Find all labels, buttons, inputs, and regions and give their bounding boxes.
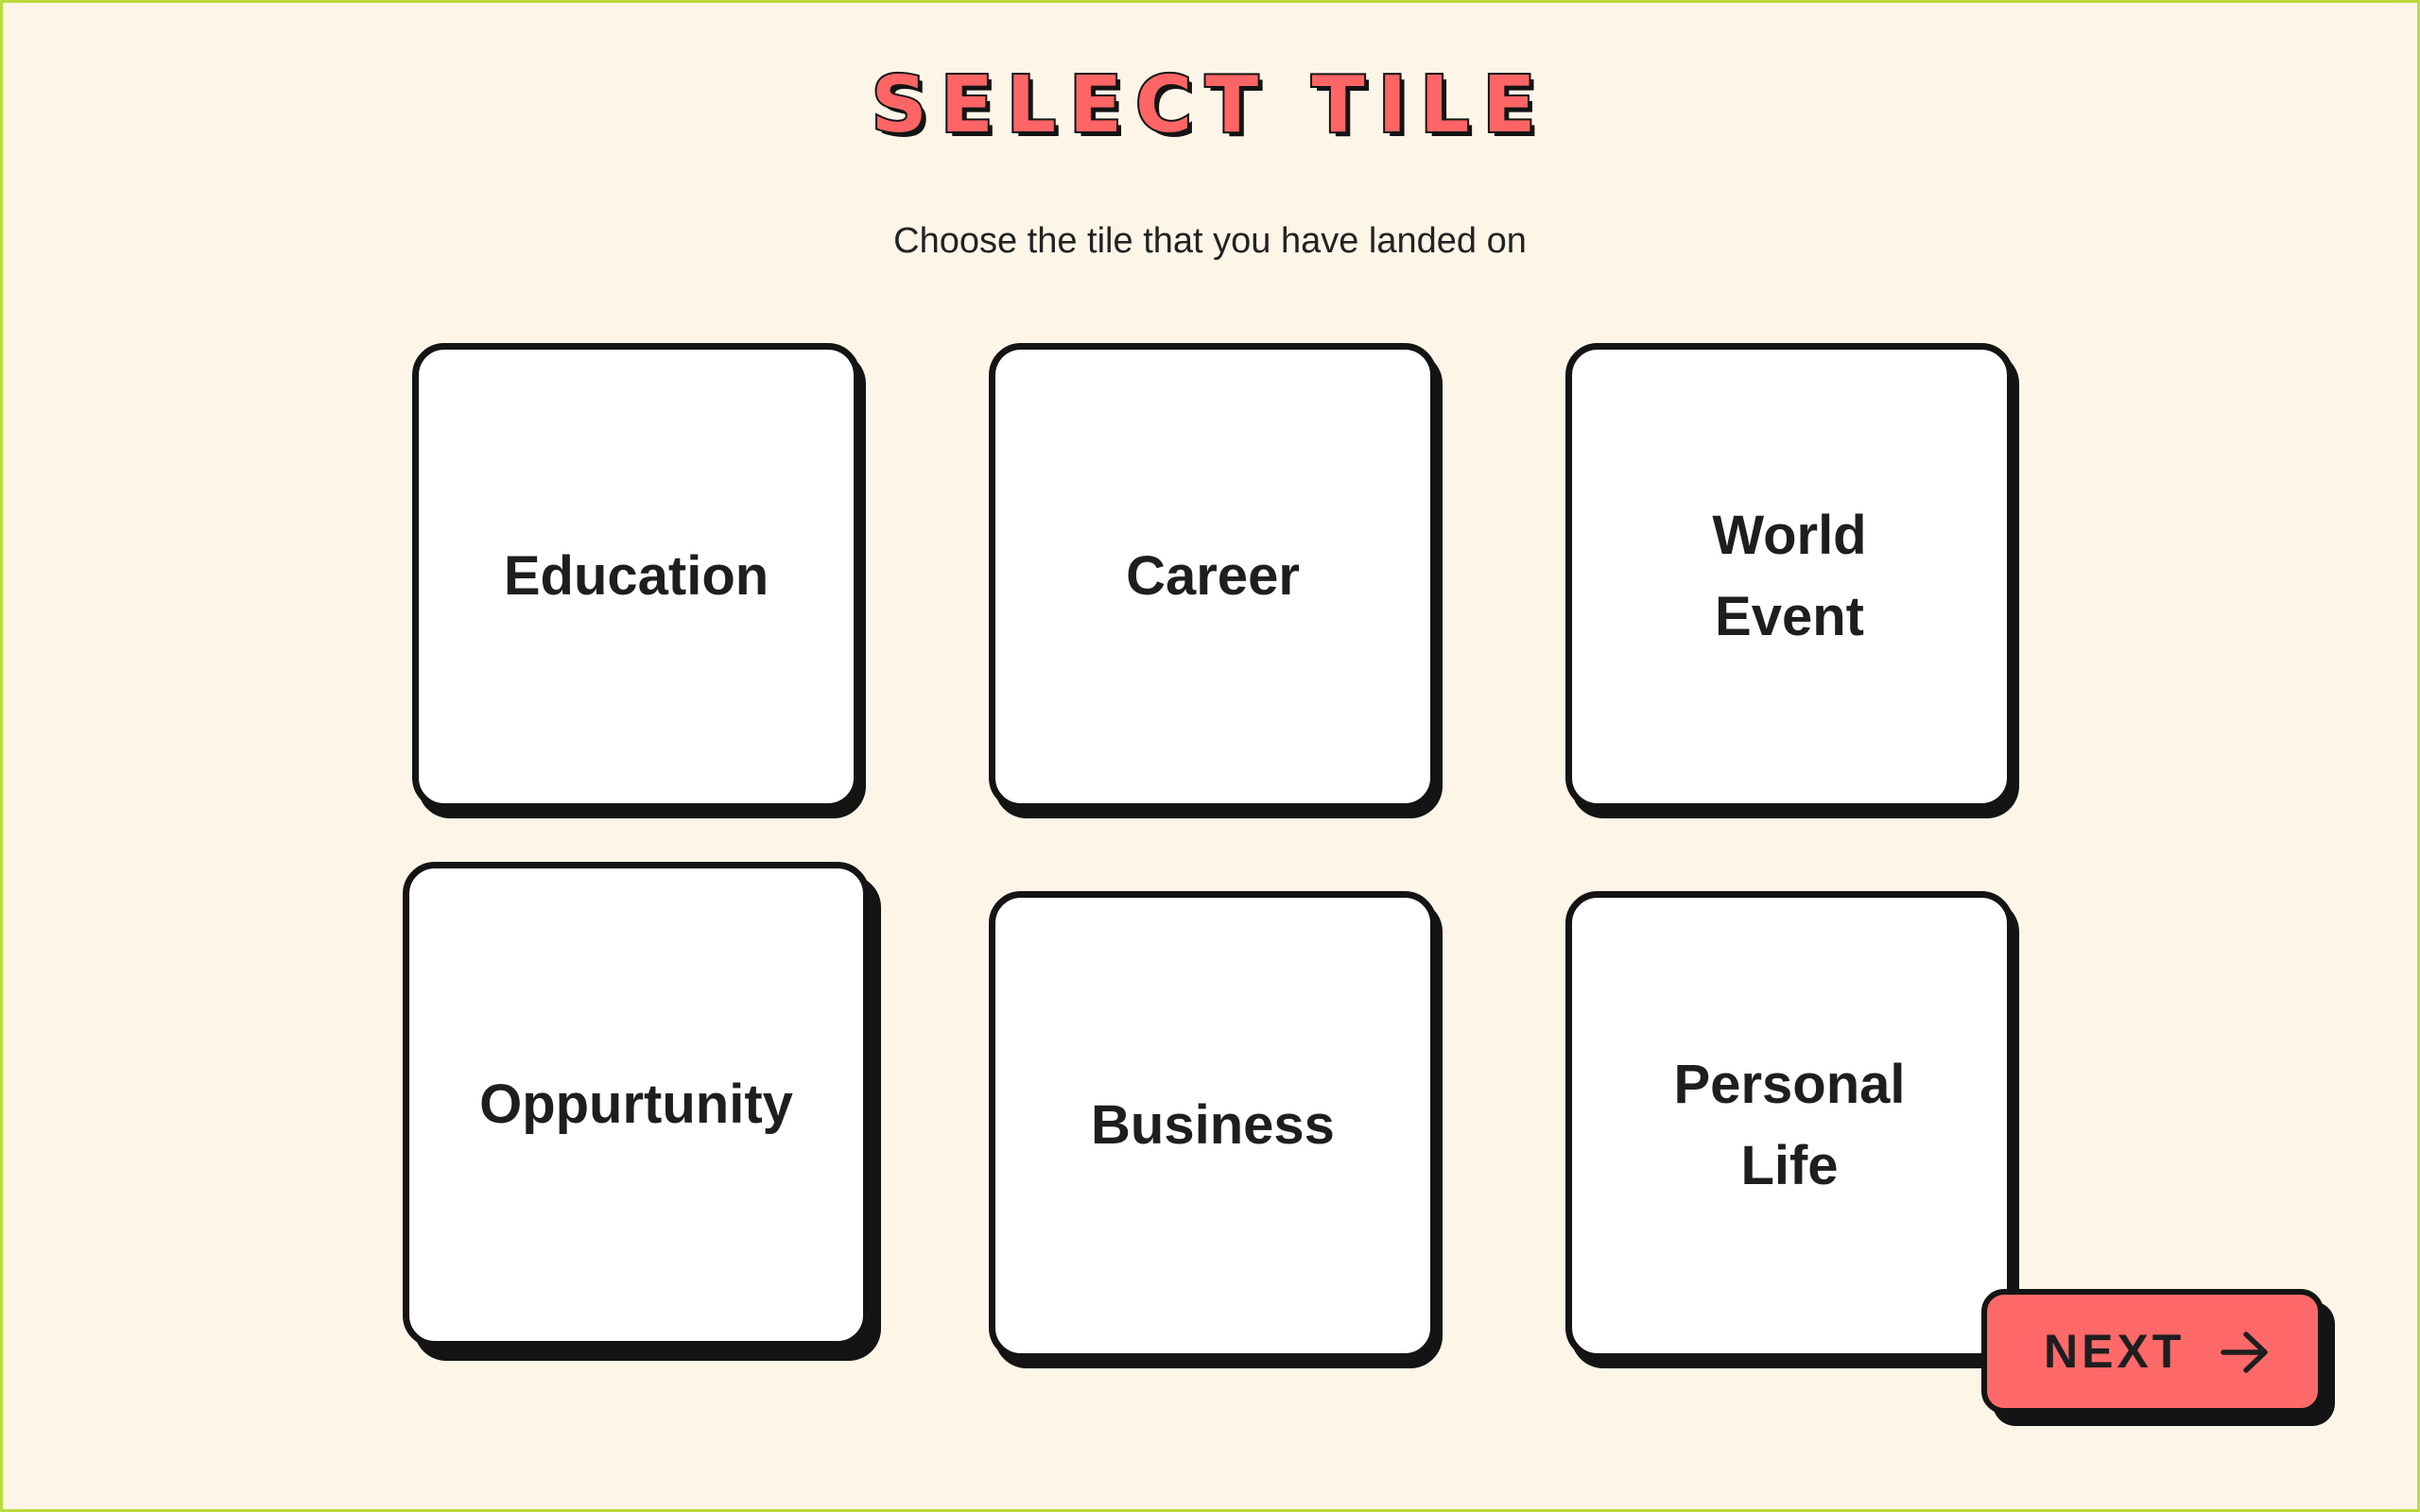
tile-label: Personal Life [1673,1054,1906,1196]
next-button[interactable]: NEXT [1981,1289,2324,1414]
tile-label: Business [1091,1094,1335,1156]
page-title: SELECT TILE [870,60,1549,150]
tile-label: Oppurtunity [479,1074,793,1135]
next-button-label: NEXT [2044,1325,2186,1378]
tile-label: Education [503,545,769,607]
tile-education[interactable]: Education [412,343,860,810]
tile-opportunity[interactable]: Oppurtunity [403,862,870,1348]
tile-business[interactable]: Business [989,891,1437,1360]
app-frame: SELECT TILE Choose the tile that you hav… [0,0,2420,1512]
arrow-right-icon [2221,1332,2268,1373]
page-subtitle: Choose the tile that you have landed on [893,221,1527,261]
tile-career[interactable]: Career [989,343,1437,810]
tile-personal-life[interactable]: Personal Life [1565,891,2014,1360]
tile-world-event[interactable]: World Event [1565,343,2014,810]
tile-label: Career [1126,545,1300,607]
tile-label: World Event [1712,505,1867,647]
